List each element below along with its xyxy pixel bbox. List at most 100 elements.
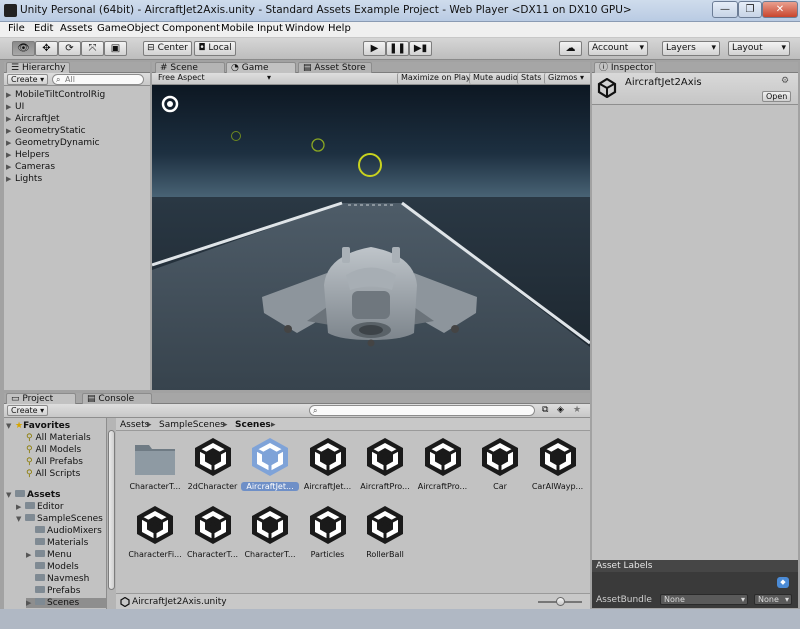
account-dropdown[interactable]: Account ▾ xyxy=(588,41,648,56)
hierarchy-item[interactable]: ▶ AircraftJet xyxy=(6,114,60,124)
tree-folder[interactable]: Navmesh xyxy=(35,574,89,584)
project-search-input[interactable]: ⌕ xyxy=(309,405,535,416)
tree-folder-samplescenes[interactable]: ▼ SampleScenes xyxy=(16,514,103,524)
scale-tool-button[interactable]: ⤧ xyxy=(81,41,104,56)
stats-toggle[interactable]: Stats xyxy=(517,73,544,84)
tree-folder[interactable]: Models xyxy=(35,562,79,572)
asset-scene-file[interactable]: AircraftJet... xyxy=(299,435,357,491)
icon-size-slider-thumb[interactable] xyxy=(556,597,565,606)
filter-label-icon[interactable]: ◈ xyxy=(557,405,564,415)
minimize-button[interactable]: — xyxy=(712,1,738,18)
aspect-dropdown[interactable]: Free Aspect ▾ xyxy=(155,73,273,84)
menu-window[interactable]: Window xyxy=(285,23,324,34)
menu-mobile-input[interactable]: Mobile Input xyxy=(221,23,283,34)
pivot-local-button[interactable]: ◘ Local xyxy=(194,41,236,56)
maximize-button[interactable]: ❐ xyxy=(738,1,762,18)
hierarchy-item[interactable]: ▶ Cameras xyxy=(6,162,55,172)
breadcrumb-samplescenes[interactable]: SampleScenes xyxy=(159,420,225,430)
gear-icon[interactable]: ⚙ xyxy=(781,76,789,86)
breadcrumb-scenes[interactable]: Scenes xyxy=(235,420,271,430)
asset-variant-dropdown[interactable]: None ▾ xyxy=(754,594,792,605)
tab-game[interactable]: ◔ Game xyxy=(226,62,296,73)
expand-arrow-icon[interactable]: ▼ xyxy=(6,491,15,499)
step-button[interactable]: ▶▮ xyxy=(409,41,432,56)
favorite-item[interactable]: ⚲ All Materials xyxy=(26,433,91,443)
hierarchy-item[interactable]: ▶ Helpers xyxy=(6,150,49,160)
expand-arrow-icon[interactable]: ▶ xyxy=(6,91,15,99)
expand-arrow-icon[interactable]: ▼ xyxy=(16,515,25,523)
view-tool-button[interactable]: 👁 xyxy=(12,41,35,56)
pause-button[interactable]: ❚❚ xyxy=(386,41,409,56)
expand-arrow-icon[interactable]: ▶ xyxy=(6,175,15,183)
tab-asset-store[interactable]: ▤ Asset Store xyxy=(298,62,372,73)
pivot-center-button[interactable]: ⊟ Center xyxy=(143,41,192,56)
asset-folder[interactable]: CharacterT... xyxy=(126,435,184,491)
favorite-star-icon[interactable]: ★ xyxy=(573,405,581,415)
hierarchy-item[interactable]: ▶ GeometryStatic xyxy=(6,126,86,136)
layout-dropdown[interactable]: Layout ▾ xyxy=(728,41,790,56)
rect-tool-button[interactable]: ▣ xyxy=(104,41,127,56)
tab-project[interactable]: ▭ Project xyxy=(6,393,76,404)
tree-folder-editor[interactable]: ▶ Editor xyxy=(16,502,64,512)
expand-arrow-icon[interactable]: ▶ xyxy=(16,503,25,511)
rotate-tool-button[interactable]: ⟳ xyxy=(58,41,81,56)
hierarchy-search-input[interactable]: ⌕ All xyxy=(52,74,144,85)
asset-scene-file[interactable]: RollerBall xyxy=(356,503,414,559)
expand-arrow-icon[interactable]: ▶ xyxy=(6,127,15,135)
hierarchy-item[interactable]: ▶ GeometryDynamic xyxy=(6,138,100,148)
tab-console[interactable]: ▤ Console xyxy=(82,393,152,404)
menu-assets[interactable]: Assets xyxy=(60,23,93,34)
close-button[interactable]: ✕ xyxy=(762,1,798,18)
menu-help[interactable]: Help xyxy=(328,23,351,34)
tree-folder-scenes-selected[interactable]: ▶ Scenes xyxy=(26,598,108,608)
project-create-button[interactable]: Create ▾ xyxy=(7,405,49,416)
expand-arrow-icon[interactable]: ▼ xyxy=(6,422,15,430)
play-button[interactable]: ▶ xyxy=(363,41,386,56)
asset-bundle-dropdown[interactable]: None ▾ xyxy=(660,594,748,605)
asset-scene-file[interactable]: Particles xyxy=(299,503,357,559)
maximize-on-play-toggle[interactable]: Maximize on Play xyxy=(397,73,474,84)
tree-folder[interactable]: Prefabs xyxy=(35,586,80,596)
asset-scene-file[interactable]: CharacterT... xyxy=(184,503,242,559)
tab-hierarchy[interactable]: ☰ Hierarchy xyxy=(6,62,71,73)
tab-inspector[interactable]: ⓘ Inspector xyxy=(594,62,656,73)
asset-scene-file[interactable]: Car xyxy=(471,435,529,491)
tree-scrollbar-thumb[interactable] xyxy=(108,430,115,590)
label-tag-icon[interactable]: ◆ xyxy=(777,577,789,588)
asset-scene-file[interactable]: AircraftPro... xyxy=(414,435,472,491)
expand-arrow-icon[interactable]: ▶ xyxy=(6,163,15,171)
favorites-root[interactable]: ▼ ★Favorites xyxy=(6,421,70,431)
asset-scene-file[interactable]: AircraftPro... xyxy=(356,435,414,491)
tree-folder[interactable]: ▶ Menu xyxy=(26,550,72,560)
expand-arrow-icon[interactable]: ▶ xyxy=(6,139,15,147)
hierarchy-item[interactable]: ▶ UI xyxy=(6,102,24,112)
mute-audio-toggle[interactable]: Mute audio xyxy=(469,73,521,84)
favorite-item[interactable]: ⚲ All Prefabs xyxy=(26,457,83,467)
asset-scene-file[interactable]: 2dCharacter xyxy=(184,435,242,491)
hierarchy-item[interactable]: ▶ MobileTiltControlRig xyxy=(6,90,105,100)
cloud-button[interactable]: ☁ xyxy=(559,41,582,56)
expand-arrow-icon[interactable]: ▶ xyxy=(6,115,15,123)
favorite-item[interactable]: ⚲ All Scripts xyxy=(26,469,80,479)
expand-arrow-icon[interactable]: ▶ xyxy=(26,551,35,559)
open-button[interactable]: Open xyxy=(762,91,792,102)
hierarchy-create-button[interactable]: Create ▾ xyxy=(7,74,49,85)
expand-arrow-icon[interactable]: ▶ xyxy=(6,103,15,111)
asset-scene-file[interactable]: CarAIWayp... xyxy=(529,435,587,491)
favorite-item[interactable]: ⚲ All Models xyxy=(26,445,81,455)
expand-arrow-icon[interactable]: ▶ xyxy=(6,151,15,159)
menu-edit[interactable]: Edit xyxy=(34,23,53,34)
assets-root[interactable]: ▼ Assets xyxy=(6,490,60,500)
tree-folder[interactable]: AudioMixers xyxy=(35,526,102,536)
game-viewport[interactable] xyxy=(152,85,590,390)
asset-scene-file[interactable]: AircraftJet... xyxy=(241,435,299,491)
move-tool-button[interactable]: ✥ xyxy=(35,41,58,56)
filter-type-icon[interactable]: ⧉ xyxy=(542,405,548,415)
tree-folder[interactable]: Materials xyxy=(35,538,88,548)
gizmos-dropdown[interactable]: Gizmos ▾ xyxy=(544,73,587,84)
breadcrumb-assets[interactable]: Assets xyxy=(120,420,149,430)
menu-file[interactable]: File xyxy=(8,23,25,34)
asset-scene-file[interactable]: CharacterT... xyxy=(241,503,299,559)
layers-dropdown[interactable]: Layers ▾ xyxy=(662,41,720,56)
tab-scene[interactable]: # Scene xyxy=(155,62,225,73)
